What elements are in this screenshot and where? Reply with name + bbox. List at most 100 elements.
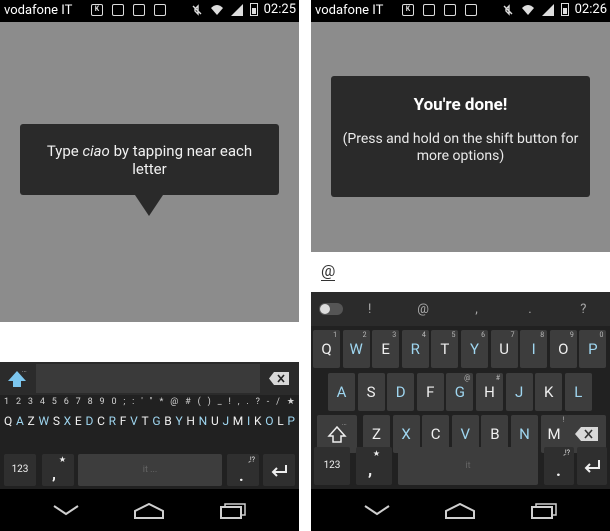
symbol-key[interactable]: # [185, 397, 191, 407]
suggestion-symbol[interactable]: ! [343, 302, 396, 317]
key-h[interactable]: H # [476, 373, 503, 411]
letter-key[interactable]: C [97, 414, 105, 428]
letter-key[interactable]: U [211, 414, 219, 428]
symbol-key[interactable]: 0 [111, 397, 116, 407]
symbol-key[interactable]: 8 [88, 397, 93, 407]
letter-key[interactable]: R [109, 414, 116, 428]
symbol-key[interactable]: 1 [4, 397, 9, 407]
symbol-key[interactable]: 4 [40, 397, 45, 407]
symbol-key[interactable]: ! [229, 397, 231, 407]
key-o[interactable]: O9 [549, 330, 577, 368]
key-p[interactable]: P0 [579, 330, 607, 368]
letter-key[interactable]: O [265, 414, 273, 428]
symbol-key[interactable]: ; [123, 397, 125, 407]
letter-key[interactable]: T [141, 414, 148, 428]
back-icon[interactable] [363, 503, 391, 517]
key-l[interactable]: L [564, 373, 592, 411]
symbol-key[interactable]: _ [218, 397, 222, 407]
numbers-key[interactable]: 123 [4, 454, 36, 486]
letter-key[interactable]: A [16, 414, 24, 428]
enter-key[interactable] [577, 447, 607, 485]
symbol-key[interactable]: / [276, 397, 280, 407]
key-y[interactable]: Y6 [461, 330, 488, 368]
enter-key[interactable] [263, 454, 295, 486]
letter-key[interactable]: V [130, 414, 138, 428]
numbers-key[interactable]: 123 [314, 447, 350, 485]
comma-key[interactable]: ★ , [356, 447, 392, 485]
key-q[interactable]: Q1 [313, 330, 340, 368]
letter-key[interactable]: B [164, 414, 171, 428]
key-r[interactable]: R4 [401, 330, 429, 368]
letter-key[interactable]: G [152, 414, 160, 428]
key-a[interactable]: A [328, 373, 355, 411]
letter-key[interactable]: Y [175, 414, 182, 428]
letter-key[interactable]: H [186, 414, 195, 428]
back-icon[interactable] [52, 503, 80, 517]
key-e[interactable]: E3 [372, 330, 400, 368]
letter-key[interactable]: W [38, 414, 49, 428]
letter-key[interactable]: S [53, 414, 60, 428]
letter-key[interactable]: D [85, 414, 93, 428]
letter-key[interactable]: P [287, 414, 295, 428]
key-d[interactable]: D [387, 373, 415, 411]
letter-key[interactable]: E [75, 414, 82, 428]
home-icon[interactable] [133, 503, 165, 519]
space-key[interactable]: it ... [78, 454, 222, 486]
suggestion-symbol[interactable]: @ [396, 302, 449, 317]
symbol-key[interactable]: ? [256, 397, 260, 407]
key-g[interactable]: G @ [446, 373, 474, 411]
period-key[interactable]: ,!? . [227, 454, 259, 486]
key-t[interactable]: T5 [431, 330, 459, 368]
symbol-key[interactable]: : [132, 397, 134, 407]
letter-key[interactable]: I [247, 414, 250, 428]
letter-key[interactable]: X [64, 414, 72, 428]
key-j[interactable]: J [505, 373, 533, 411]
symbol-key[interactable]: 5 [52, 397, 57, 407]
key-f[interactable]: F [416, 373, 444, 411]
symbol-key[interactable]: , [238, 397, 240, 407]
recent-apps-icon[interactable] [530, 503, 558, 519]
period-key[interactable]: ,!? . [544, 447, 574, 485]
recent-apps-icon[interactable] [219, 503, 247, 519]
letter-key[interactable]: L [277, 414, 283, 428]
symbol-key[interactable]: * [159, 397, 163, 407]
suggestion-symbol[interactable]: , [450, 302, 503, 317]
letter-key[interactable]: M [233, 414, 243, 428]
suggestion-symbol[interactable]: ? [557, 302, 610, 317]
letter-key[interactable]: Q [4, 414, 12, 428]
symbol-key[interactable]: ★ [287, 397, 295, 407]
letter-key[interactable]: K [254, 414, 262, 428]
symbol-key[interactable]: @ [170, 397, 178, 407]
letter-key[interactable]: J [222, 414, 229, 428]
suggestion-symbol[interactable]: . [503, 302, 556, 317]
letter-strip[interactable]: QAZWSXEDCRFVTGBYHNUJMIKOLP [0, 414, 299, 428]
key-i[interactable]: I8 [520, 330, 548, 368]
symbol-key[interactable]: - [267, 397, 270, 407]
comma-key[interactable]: ★ , [42, 454, 74, 486]
text-input-area[interactable] [0, 322, 299, 362]
shift-icon[interactable]: ... [4, 366, 30, 392]
home-icon[interactable] [444, 503, 476, 519]
symbol-key[interactable]: 6 [64, 397, 69, 407]
letter-key[interactable]: N [199, 414, 208, 428]
key-u[interactable]: U7 [490, 330, 518, 368]
space-key[interactable]: it [398, 447, 538, 485]
key-k[interactable]: K [535, 373, 563, 411]
toggle-icon[interactable] [319, 303, 343, 315]
symbol-key[interactable]: ) [208, 397, 211, 407]
symbol-strip[interactable]: 1 2 3 4 5 6 7 8 9 0;: ' " * @ # () _!,.? - / ★ [0, 397, 299, 407]
text-input-area[interactable]: @ [311, 252, 610, 292]
symbol-key[interactable]: ' [141, 397, 143, 407]
key-w[interactable]: W2 [342, 330, 370, 368]
symbol-key[interactable]: " [150, 397, 153, 407]
key-s[interactable]: S [357, 373, 385, 411]
symbol-key[interactable]: . [246, 397, 248, 407]
symbol-key[interactable]: 7 [76, 397, 81, 407]
backspace-icon[interactable] [268, 371, 290, 386]
symbol-key[interactable]: ( [198, 397, 201, 407]
letter-key[interactable]: F [120, 414, 127, 428]
symbol-key[interactable]: 2 [16, 397, 21, 407]
symbol-key[interactable]: 3 [28, 397, 33, 407]
symbol-key[interactable]: 9 [100, 397, 105, 407]
letter-key[interactable]: Z [28, 414, 35, 428]
